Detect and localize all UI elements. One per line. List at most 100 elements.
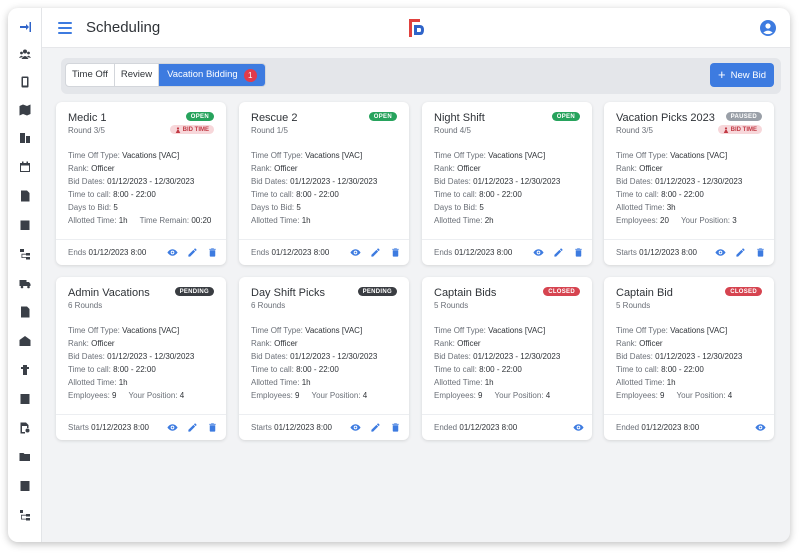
view-icon[interactable] <box>715 247 726 258</box>
detail-pair: Time Off Type: Vacations [VAC] <box>434 149 545 162</box>
detail-row: Bid Dates: 01/12/2023 - 12/30/2023 <box>68 350 218 363</box>
delete-icon[interactable] <box>755 247 766 258</box>
truck-icon[interactable] <box>18 276 32 290</box>
bid-card[interactable]: Medic 1 Round 3/5 OPEN BID TIME Time Off Typ… <box>56 102 226 265</box>
new-bid-button[interactable]: + New Bid <box>710 63 774 87</box>
view-icon[interactable] <box>573 422 584 433</box>
document-icon[interactable] <box>18 189 32 203</box>
tab-review[interactable]: Review <box>115 64 160 86</box>
detail-label: Your Position: <box>680 216 731 225</box>
bid-time-badge: BID TIME <box>169 125 214 134</box>
card-title: Captain Bid <box>616 287 673 299</box>
calendar-icon[interactable] <box>18 160 32 174</box>
phone-icon[interactable] <box>18 75 32 89</box>
detail-label: Time Off Type: <box>68 326 120 335</box>
edit-icon[interactable] <box>187 247 198 258</box>
new-bid-label: New Bid <box>730 69 766 81</box>
detail-pair: Time Off Type: Vacations [VAC] <box>616 149 727 162</box>
building-list-icon[interactable] <box>18 131 32 145</box>
detail-value: 01/12/2023 - 12/30/2023 <box>655 352 743 361</box>
detail-pair: Your Position: 4 <box>676 389 732 402</box>
people-icon[interactable] <box>18 47 32 61</box>
edit-icon[interactable] <box>370 422 381 433</box>
detail-pair: Days to Bid: 5 <box>68 201 118 214</box>
detail-label: Allotted Time: <box>68 378 117 387</box>
bid-card[interactable]: Vacation Picks 2023 Round 3/5 PAUSED BID TI… <box>604 102 774 265</box>
status-badge: OPEN <box>368 112 397 121</box>
view-icon[interactable] <box>755 422 766 433</box>
detail-value: 8:00 - 22:00 <box>661 365 704 374</box>
delete-icon[interactable] <box>573 247 584 258</box>
org-chart-icon[interactable] <box>18 247 32 261</box>
detail-pair: Rank: Officer <box>616 162 663 175</box>
detail-value: 4 <box>545 391 551 400</box>
edit-icon[interactable] <box>553 247 564 258</box>
card-details: Time Off Type: Vacations [VAC] Rank: Offi… <box>616 149 766 229</box>
detail-pair: Rank: Officer <box>251 337 298 350</box>
bid-card[interactable]: Admin Vacations 6 Rounds PENDING Time Off T… <box>56 277 226 440</box>
tree-icon[interactable] <box>18 508 32 522</box>
card-date-value: 01/12/2023 8:00 <box>91 423 149 432</box>
delete-icon[interactable] <box>207 247 218 258</box>
card-date: Starts 01/12/2023 8:00 <box>68 423 149 432</box>
bid-card[interactable]: Captain Bids 5 Rounds CLOSED Time Off Type:… <box>422 277 592 440</box>
detail-label: Your Position: <box>128 391 178 400</box>
detail-value: 1h <box>301 216 311 225</box>
file-dollar-icon[interactable] <box>18 305 32 319</box>
detail-value: 1h <box>301 378 311 387</box>
card-actions <box>167 422 218 433</box>
book-icon[interactable] <box>18 392 32 406</box>
detail-pair: Bid Dates: 01/12/2023 - 12/30/2023 <box>616 175 742 188</box>
status-badge: PENDING <box>174 287 214 296</box>
detail-label: Allotted Time: <box>68 216 117 225</box>
detail-label: Employees: <box>616 216 658 225</box>
edit-icon[interactable] <box>735 247 746 258</box>
detail-label: Time Off Type: <box>616 151 668 160</box>
detail-label: Bid Dates: <box>434 177 471 186</box>
detail-pair: Rank: Officer <box>68 162 115 175</box>
view-icon[interactable] <box>167 422 178 433</box>
view-icon[interactable] <box>167 247 178 258</box>
card-details: Time Off Type: Vacations [VAC] Rank: Offi… <box>251 149 401 229</box>
detail-row: Time Off Type: Vacations [VAC] <box>68 149 218 162</box>
card-date: Starts 01/12/2023 8:00 <box>251 423 332 432</box>
bid-card[interactable]: Captain Bid 5 Rounds CLOSED Time Off Type: … <box>604 277 774 440</box>
hydrant-icon[interactable] <box>18 363 32 377</box>
edit-icon[interactable] <box>187 422 198 433</box>
delete-icon[interactable] <box>390 247 401 258</box>
detail-row: Rank: Officer <box>68 337 218 350</box>
detail-label: Time Off Type: <box>616 326 668 335</box>
detail-row: Rank: Officer <box>68 162 218 175</box>
card-details: Time Off Type: Vacations [VAC] Rank: Offi… <box>251 324 401 404</box>
view-icon[interactable] <box>533 247 544 258</box>
detail-value: Vacations [VAC] <box>670 151 728 160</box>
bid-card[interactable]: Night Shift Round 4/5 OPEN Time Off Type: V… <box>422 102 592 265</box>
bid-card[interactable]: Rescue 2 Round 1/5 OPEN Time Off Type: Vaca… <box>239 102 409 265</box>
detail-value: Vacations [VAC] <box>122 151 180 160</box>
detail-value: Vacations [VAC] <box>305 326 363 335</box>
detail-value: Officer <box>274 339 298 348</box>
search-document-icon[interactable] <box>18 421 32 435</box>
detail-label: Allotted Time: <box>434 378 483 387</box>
delete-icon[interactable] <box>390 422 401 433</box>
form-settings-icon[interactable] <box>18 479 32 493</box>
view-icon[interactable] <box>350 247 361 258</box>
collapse-sidebar-icon[interactable] <box>18 20 32 34</box>
edit-icon[interactable] <box>370 247 381 258</box>
checklist-icon[interactable] <box>18 218 32 232</box>
fire-station-icon[interactable] <box>18 334 32 348</box>
view-icon[interactable] <box>350 422 361 433</box>
tab-vacation-bidding[interactable]: Vacation Bidding 1 <box>159 64 265 86</box>
hamburger-menu-icon[interactable] <box>58 21 74 35</box>
map-icon[interactable] <box>18 103 32 117</box>
account-icon[interactable] <box>760 20 776 36</box>
status-badge: CLOSED <box>725 287 762 296</box>
card-actions <box>167 247 218 258</box>
bid-card[interactable]: Day Shift Picks 6 Rounds PENDING Time Off T… <box>239 277 409 440</box>
detail-value: Officer <box>274 164 298 173</box>
tab-time-off[interactable]: Time Off <box>66 64 115 86</box>
detail-row: Time to call: 8:00 - 22:00 <box>434 363 584 376</box>
detail-value: 00:20 <box>191 216 212 225</box>
delete-icon[interactable] <box>207 422 218 433</box>
folder-settings-icon[interactable] <box>18 450 32 464</box>
